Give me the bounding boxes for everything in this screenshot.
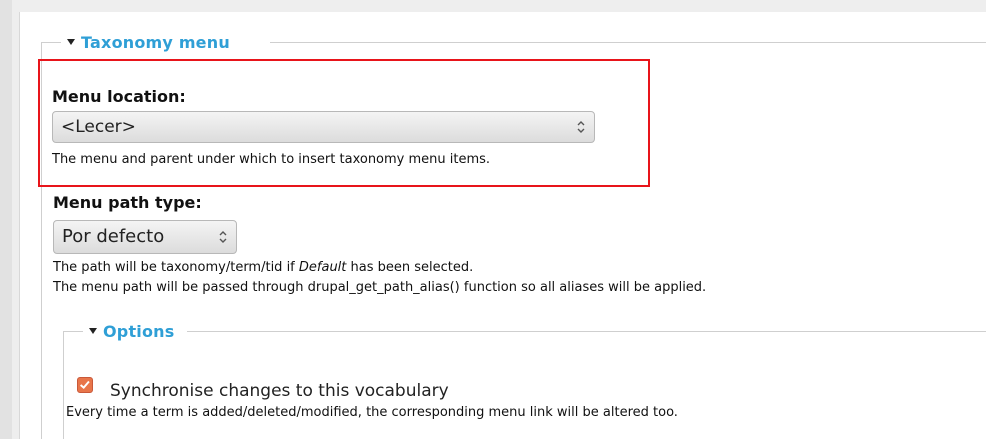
options-fieldset-border-left bbox=[63, 331, 64, 439]
options-fieldset-border-top bbox=[187, 331, 986, 332]
menu-path-type-select-value: Por defecto bbox=[62, 226, 165, 247]
menu-path-desc-em: Default bbox=[298, 260, 347, 275]
menu-location-label: Menu location: bbox=[52, 87, 186, 106]
taxonomy-menu-legend[interactable]: Taxonomy menu bbox=[67, 33, 230, 52]
options-legend[interactable]: Options bbox=[89, 322, 175, 341]
collapse-triangle-icon bbox=[67, 38, 75, 45]
select-arrows-icon bbox=[577, 121, 585, 133]
menu-path-desc-prefix: The path will be taxonomy/term/tid if bbox=[53, 260, 299, 275]
menu-path-type-description-line1: The path will be taxonomy/term/tid if De… bbox=[53, 260, 473, 275]
sync-checkbox[interactable] bbox=[77, 377, 93, 393]
fieldset-border-top bbox=[41, 42, 61, 43]
fieldset-border-top bbox=[270, 42, 986, 43]
menu-path-type-description-line2: The menu path will be passed through dru… bbox=[53, 280, 707, 295]
menu-location-select-value: <Lecer> bbox=[61, 117, 136, 137]
options-legend-text: Options bbox=[103, 322, 175, 341]
menu-path-desc-suffix: has been selected. bbox=[346, 260, 474, 275]
page-gutter bbox=[0, 0, 12, 439]
menu-location-description: The menu and parent under which to inser… bbox=[52, 152, 491, 167]
menu-path-type-select[interactable]: Por defecto bbox=[53, 220, 237, 254]
select-arrows-icon bbox=[219, 231, 227, 243]
sync-description: Every time a term is added/deleted/modif… bbox=[66, 405, 678, 420]
options-fieldset-border-top bbox=[63, 331, 83, 332]
sync-checkbox-label[interactable]: Synchronise changes to this vocabulary bbox=[110, 381, 449, 401]
menu-path-type-label: Menu path type: bbox=[53, 193, 202, 212]
checkmark-icon bbox=[79, 380, 90, 389]
taxonomy-menu-legend-text: Taxonomy menu bbox=[81, 33, 230, 52]
menu-location-select[interactable]: <Lecer> bbox=[52, 111, 595, 143]
collapse-triangle-icon bbox=[89, 327, 97, 334]
